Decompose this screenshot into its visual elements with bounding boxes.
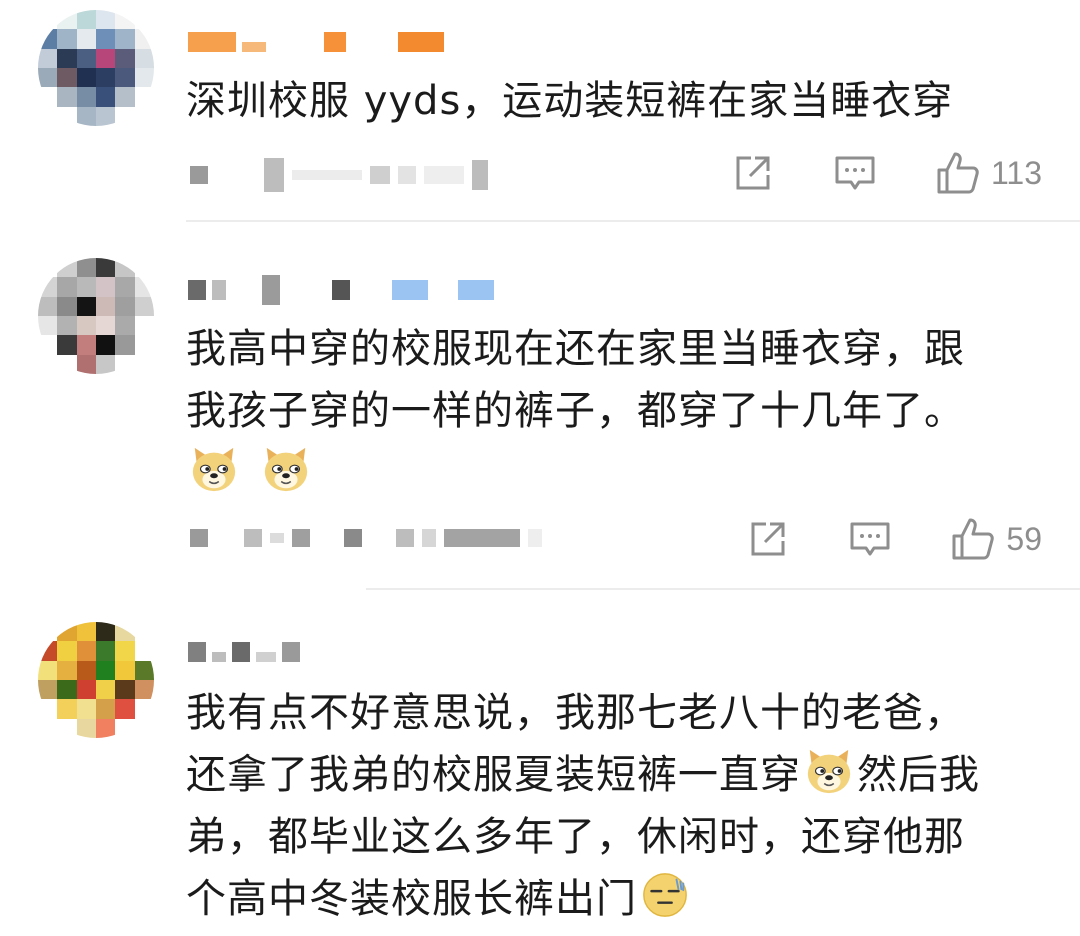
verified-badge [392,280,428,300]
like-count: 59 [1006,520,1042,557]
comment-text: 我有点不好意思说，我那七老八十的老爸， 还拿了我弟的校服夏装短裤一直穿 然后我 … [186,682,1046,930]
comment-text: 我高中穿的校服现在还在家里当睡衣穿，跟 我孩子穿的一样的裤子，都穿了十几年了。 [186,318,1046,442]
thumbs-up-icon [952,518,995,560]
comment-feed: 深圳校服 yyds，运动装短裤在家当睡衣穿 113 我高中穿的校服现在还在家里当… [0,0,1080,936]
comment-meta-blurred [190,518,542,558]
avatar[interactable] [38,622,154,738]
share-icon [736,156,770,190]
comment-item: 我高中穿的校服现在还在家里当睡衣穿，跟 我孩子穿的一样的裤子，都穿了十几年了。 [0,222,1080,590]
share-button[interactable] [746,517,790,561]
comment-segment: 个高中冬装校服长裤出门 [186,876,637,922]
comment-line: 我高中穿的校服现在还在家里当睡衣穿，跟 [186,326,965,372]
like-button[interactable]: 113 [935,150,1042,196]
comment-item: 我有点不好意思说，我那七老八十的老爸， 还拿了我弟的校服夏装短裤一直穿 然后我 … [0,590,1080,936]
comment-actions: 113 [673,148,1042,198]
username[interactable] [188,24,444,60]
comment-line: 还拿了我弟的校服夏装短裤一直穿 然后我 [186,744,1046,806]
reply-button[interactable] [833,151,877,195]
comment-icon [835,156,875,190]
comment-segment: 然后我 [857,752,980,798]
like-count: 113 [990,154,1042,191]
doge-emoji [264,447,308,492]
comment-line: 我有点不好意思说，我那七老八十的老爸， [186,690,965,736]
thumbs-up-icon [937,152,979,194]
emoji-row [186,444,314,494]
comment-line: 弟，都毕业这么多年了，休闲时，还穿他那 [186,814,965,860]
share-button[interactable] [731,151,775,195]
avatar[interactable] [38,258,154,374]
comment-meta-blurred [190,155,488,195]
comment-text: 深圳校服 yyds，运动装短裤在家当睡衣穿 [186,78,954,124]
comment-icon [850,522,890,556]
comment-line: 个高中冬装校服长裤出门 [186,868,1046,930]
comment-item: 深圳校服 yyds，运动装短裤在家当睡衣穿 113 [0,0,1080,222]
username[interactable] [188,634,300,670]
comment-actions: 59 [688,514,1042,564]
comment-line: 我孩子穿的一样的裤子，都穿了十几年了。 [186,388,965,434]
avatar[interactable] [38,10,154,126]
speechless-emoji [643,873,687,917]
doge-emoji [192,447,236,492]
username[interactable] [188,272,494,308]
reply-button[interactable] [848,517,892,561]
share-icon [751,522,785,556]
like-button[interactable]: 59 [950,516,1042,562]
doge-emoji [807,749,851,794]
comment-segment: 还拿了我弟的校服夏装短裤一直穿 [186,752,801,798]
